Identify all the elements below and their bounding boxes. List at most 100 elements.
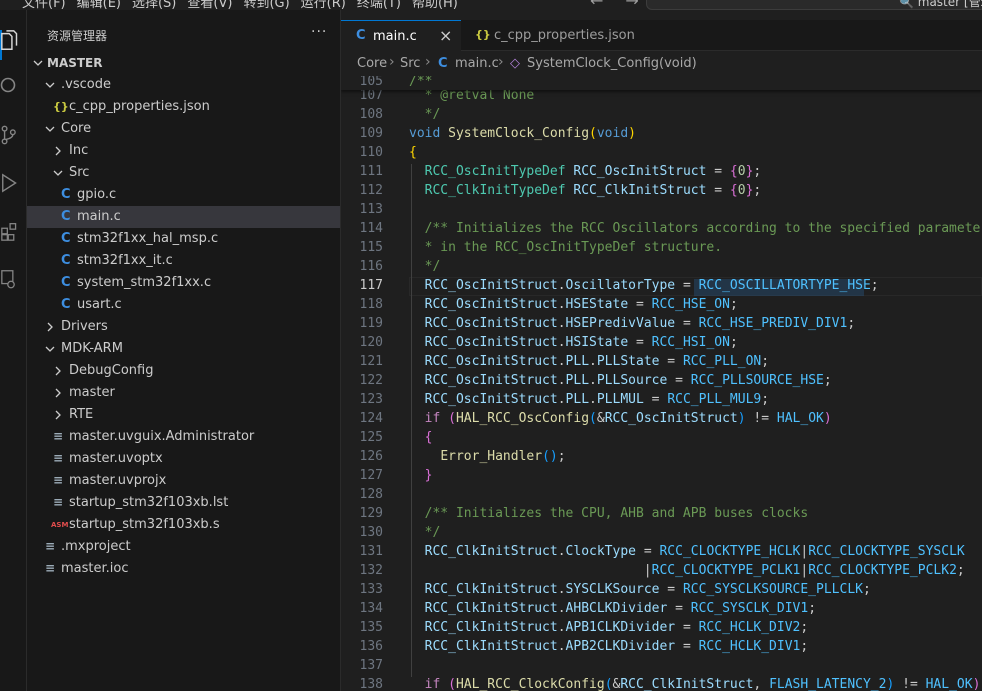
file-lines-icon: ≡ <box>53 451 64 465</box>
code-token: HAL_RCC_ClockConfig <box>455 677 605 691</box>
search-icon[interactable] <box>0 76 22 98</box>
code-line: if (HAL_RCC_OscConfig(&RCC_OscInitStruct… <box>409 411 832 426</box>
tree-item-usart-c[interactable]: Cusart.c <box>27 294 340 316</box>
line-number: 132 <box>359 563 383 578</box>
chevron-down-icon <box>33 60 43 66</box>
tree-item-master-ioc[interactable]: ≡ master.ioc <box>27 558 340 580</box>
c-file-icon: C <box>61 275 71 290</box>
code-token: RCC_HCLK_DIV1 <box>698 639 801 654</box>
tree-item-c-cpp-properties-json[interactable]: {} c_cpp_properties.json <box>27 96 340 118</box>
run-debug-icon[interactable] <box>0 172 22 194</box>
menu-item[interactable]: 文件(F) <box>22 0 77 10</box>
explorer-sidebar: 资源管理器 ··· MASTER .vscode {} c_cpp_properti… <box>27 10 341 691</box>
command-center[interactable]: 🔍 master [管理 <box>646 0 982 10</box>
tree-item-label: main.c <box>77 209 121 224</box>
code-token: RCC_ClkInitStruct <box>424 544 558 559</box>
tree-item-inc[interactable]: Inc <box>27 140 340 162</box>
line-number: 125 <box>359 430 383 445</box>
code-token: . <box>557 278 566 293</box>
tab-c-cpp-properties[interactable]: {} c_cpp_properties.json <box>461 20 641 51</box>
chevron-down-icon <box>53 170 63 176</box>
code-line: * @retval None <box>409 88 535 103</box>
tab-main-c[interactable]: C main.c × <box>341 20 461 51</box>
line-number: 128 <box>359 487 383 502</box>
code-token: RCC_HSE_ON <box>651 297 730 312</box>
menu-item[interactable]: 查看(V) <box>187 0 243 10</box>
menu-item[interactable]: 转到(G) <box>243 0 300 10</box>
forward-button[interactable]: → <box>625 0 638 10</box>
tree-item-main-c[interactable]: Cmain.c <box>27 206 340 228</box>
tree-item-mdk-arm[interactable]: MDK-ARM <box>27 338 340 360</box>
code-line: { <box>409 145 417 160</box>
tree-item-mxproject[interactable]: ≡ .mxproject <box>27 536 340 558</box>
tree-item-stm32f1xx-hal-msp-c[interactable]: Cstm32f1xx_hal_msp.c <box>27 228 340 250</box>
tree-item-startup-stm32f103xb-s[interactable]: ASM startup_stm32f103xb.s <box>27 514 340 536</box>
code-token: * in the RCC_OscInitTypeDef structure. <box>409 240 723 255</box>
remote-icon[interactable] <box>0 268 22 290</box>
code-token: = <box>659 582 683 597</box>
code-token: ; <box>753 164 762 179</box>
tree-root-master[interactable]: MASTER <box>27 52 340 74</box>
code-token: ; <box>729 297 738 312</box>
tree-item-core[interactable]: Core <box>27 118 340 140</box>
chevron-down-icon <box>45 82 55 88</box>
sticky-scroll-header[interactable] <box>341 76 982 90</box>
menu-item[interactable]: 选择(S) <box>132 0 187 10</box>
menu-item[interactable]: 帮助(H) <box>412 0 469 10</box>
breadcrumb-file[interactable]: main.c <box>455 56 499 71</box>
menu-item[interactable]: 运行(R) <box>301 0 357 10</box>
breadcrumb-src[interactable]: Src <box>400 56 420 71</box>
tree-item-debugconfig[interactable]: DebugConfig <box>27 360 340 382</box>
code-token: /** Initializes the CPU, AHB and APB bus… <box>409 506 809 521</box>
code-token: = <box>636 544 660 559</box>
chevron-right-icon <box>47 322 53 332</box>
breadcrumb-separator: › <box>389 54 395 70</box>
tree-item-startup-stm32f103xb-lst[interactable]: ≡ startup_stm32f103xb.lst <box>27 492 340 514</box>
tree-item-vscode[interactable]: .vscode <box>27 74 340 96</box>
tree-item-system-stm32f1xx-c[interactable]: Csystem_stm32f1xx.c <box>27 272 340 294</box>
code-token: = <box>659 354 683 369</box>
code-token: . <box>557 601 566 616</box>
menu-item[interactable]: 编辑(E) <box>77 0 132 10</box>
code-line: RCC_OscInitStruct.PLL.PLLMUL = RCC_PLL_M… <box>409 392 769 407</box>
code-token: . <box>589 392 597 407</box>
tree-item-gpio-c[interactable]: Cgpio.c <box>27 184 340 206</box>
close-icon[interactable]: × <box>439 26 452 45</box>
tree-item-label: usart.c <box>77 297 122 312</box>
code-token: & <box>596 411 605 426</box>
code-token: ; <box>847 316 856 331</box>
code-token: ; <box>761 354 770 369</box>
extensions-icon[interactable] <box>0 220 22 242</box>
code-token: PLLMUL <box>596 392 644 407</box>
code-token: = <box>706 183 730 198</box>
command-center-label: 🔍 master [管理 <box>899 0 982 9</box>
explorer-icon[interactable] <box>0 30 22 52</box>
menu-bar: 文件(F) 编辑(E) 选择(S) 查看(V) 转到(G) 运行(R) 终端(T) 帮助(H)… <box>0 0 982 10</box>
c-file-icon: C <box>356 28 366 43</box>
c-file-icon: C <box>61 297 71 312</box>
tree-item-label: master.uvoptx <box>69 451 163 466</box>
code-token: PLL <box>565 373 590 388</box>
tree-item-src[interactable]: Src <box>27 162 340 184</box>
tree-item-master-uvguix-administrator[interactable]: ≡ master.uvguix.Administrator <box>27 426 340 448</box>
tree-item-rte[interactable]: RTE <box>27 404 340 426</box>
code-token: RCC_OscInitStruct <box>424 373 558 388</box>
tree-item-master[interactable]: master <box>27 382 340 404</box>
tree-item-drivers[interactable]: Drivers <box>27 316 340 338</box>
line-number: 127 <box>359 468 383 483</box>
code-token: if <box>424 411 441 426</box>
tree-item-stm32f1xx-it-c[interactable]: Cstm32f1xx_it.c <box>27 250 340 272</box>
tree-item-master-uvoptx[interactable]: ≡ master.uvoptx <box>27 448 340 470</box>
breadcrumb-symbol[interactable]: SystemClock_Config(void) <box>527 56 697 71</box>
breadcrumb-core[interactable]: Core <box>357 56 387 71</box>
code-line: |RCC_CLOCKTYPE_PCLK1|RCC_CLOCKTYPE_PCLK2… <box>409 563 965 578</box>
code-line: if (HAL_RCC_ClockConfig(&RCC_ClkInitStru… <box>409 677 981 691</box>
source-control-icon[interactable] <box>0 124 22 146</box>
menu-item[interactable]: 终端(T) <box>357 0 412 10</box>
more-actions-icon[interactable]: ··· <box>311 24 327 40</box>
code-token: APB1CLKDivider <box>565 620 676 635</box>
code-editor[interactable]: 105 /** 107 * @retval None 108 */ 109 void Sy… <box>341 76 982 691</box>
back-button[interactable]: ← <box>590 0 603 10</box>
tree-item-master-uvprojx[interactable]: ≡ master.uvprojx <box>27 470 340 492</box>
